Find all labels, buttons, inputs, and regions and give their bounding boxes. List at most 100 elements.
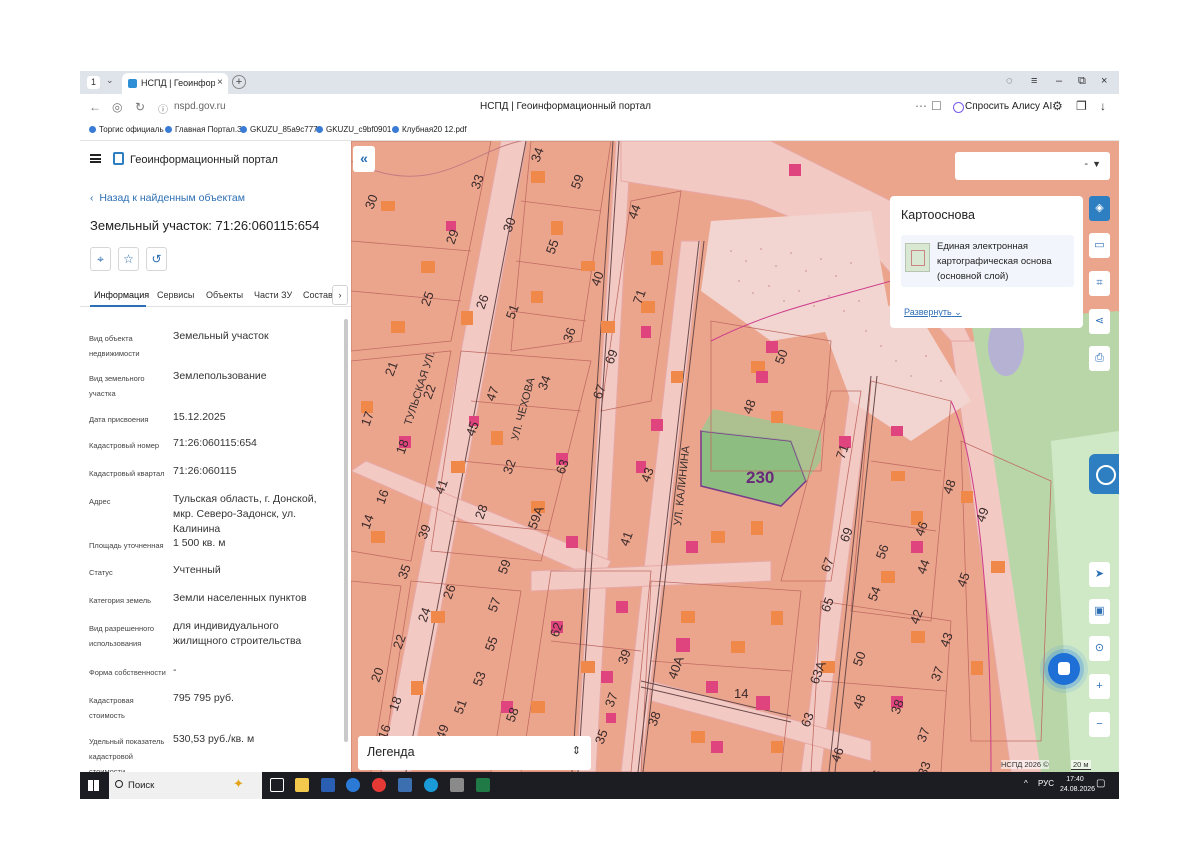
word-icon[interactable] xyxy=(321,778,335,792)
locate-object-icon: ⌖ xyxy=(97,252,104,266)
house-number-label: 14 xyxy=(358,512,377,531)
zoom-in-button[interactable]: + xyxy=(1089,674,1110,699)
restore-icon[interactable]: ⧉ xyxy=(1078,75,1086,88)
my-location-button[interactable]: ➤ xyxy=(1089,562,1110,587)
system-clock[interactable]: 17:40 24.08.2026 xyxy=(1060,775,1095,795)
map-layer-select[interactable]: - ▼ xyxy=(955,152,1110,180)
bookmark-item[interactable]: Главная Портал.З xyxy=(165,125,242,134)
back-to-results-link[interactable]: ‹ Назад к найденным объектам xyxy=(90,192,245,204)
chat-assistant-button[interactable] xyxy=(1048,653,1080,685)
house-number-label: 59 xyxy=(495,557,514,576)
tabs-dropdown-icon[interactable]: ⌄ xyxy=(106,75,114,86)
tab-objects[interactable]: Объекты xyxy=(206,290,243,300)
tabs-scroll-right-button[interactable]: › xyxy=(332,285,348,305)
minimap-button[interactable]: ▣ xyxy=(1089,599,1110,624)
house-number-label: 25 xyxy=(418,289,437,308)
profile-icon[interactable]: ◌ xyxy=(1006,75,1013,87)
zoom-to-object-button[interactable]: ⌖ xyxy=(90,247,111,271)
basemap-layer-name: Единая электронная картографическая осно… xyxy=(937,241,1052,282)
collections-icon[interactable]: ❐ xyxy=(1076,99,1087,113)
download-icon[interactable]: ↓ xyxy=(1100,99,1106,113)
yandex-icon[interactable]: ◎ xyxy=(112,100,122,114)
map-canvas[interactable]: 230 ТУЛЬСКАЯ УЛ. УЛ. ЧЕХОВА УЛ. КАЛИНИНА… xyxy=(351,141,1119,772)
minimize-icon[interactable]: – xyxy=(1056,75,1062,87)
assistant-tab[interactable] xyxy=(1089,454,1119,494)
property-key: Форма собственности xyxy=(89,668,166,677)
menu-icon[interactable]: ≡ xyxy=(1031,75,1037,87)
more-icon[interactable]: ⋯ xyxy=(915,99,927,113)
house-number-label: 47 xyxy=(483,384,502,403)
windows-start-icon[interactable] xyxy=(88,780,99,791)
property-key: Кадастровый квартал xyxy=(89,469,165,478)
property-key: Адрес xyxy=(89,497,111,506)
site-favicon-icon xyxy=(128,79,137,88)
favorite-button[interactable]: ☆ xyxy=(118,247,139,271)
property-value: 71:26:060115:654 xyxy=(173,437,257,449)
layers-tool-button[interactable]: ◈ xyxy=(1089,196,1110,221)
ask-alisa-button[interactable]: Спросить Алису AI xyxy=(950,98,1056,116)
input-language[interactable]: РУС xyxy=(1038,779,1054,788)
tray-chevron-icon[interactable]: ^ xyxy=(1024,779,1028,788)
share-tool-button[interactable]: ⋖ xyxy=(1089,309,1110,334)
bookmark-item[interactable]: GKUZU_c9bf0901 xyxy=(316,125,391,134)
site-info-icon[interactable]: ⓘ xyxy=(158,101,168,116)
tab-information[interactable]: Информация xyxy=(94,290,149,300)
property-value: Тульская область, г. Донской, мкр. Север… xyxy=(173,493,317,535)
close-window-icon[interactable]: × xyxy=(1101,75,1107,87)
panel-scrollbar[interactable] xyxy=(344,319,348,742)
basemap-thumbnail xyxy=(905,243,930,272)
tab-services[interactable]: Сервисы xyxy=(157,290,194,300)
yandex-browser-icon[interactable] xyxy=(372,778,386,792)
tab-counter[interactable]: 1 xyxy=(87,76,100,89)
url-field[interactable]: nspd.gov.ru xyxy=(174,101,226,112)
excel-icon[interactable] xyxy=(476,778,490,792)
property-key: Вид разрешенного использования xyxy=(89,624,155,648)
house-number-label: 59 xyxy=(568,172,587,191)
print-tool-button[interactable]: ⎙ xyxy=(1089,346,1110,371)
pin-icon: ⊙ xyxy=(1094,642,1105,654)
chevron-left-icon: ‹ xyxy=(90,192,100,204)
select-tool-button[interactable]: ⌗ xyxy=(1089,271,1110,296)
expand-basemaps-link[interactable]: Развернуть ⌄ xyxy=(904,307,962,318)
zoom-out-button[interactable]: − xyxy=(1089,712,1110,737)
tab-parts[interactable]: Части ЗУ xyxy=(254,290,292,300)
plus-icon: + xyxy=(1096,680,1103,692)
search-icon xyxy=(115,780,123,788)
hamburger-menu-icon[interactable] xyxy=(90,154,101,163)
house-number-label: 56 xyxy=(873,542,892,561)
edge-icon[interactable] xyxy=(424,778,438,792)
bookmark-icon[interactable]: ☐ xyxy=(931,99,942,113)
file-explorer-icon[interactable] xyxy=(295,778,309,792)
house-number-label: 42 xyxy=(907,607,926,626)
house-number-label: 40А xyxy=(665,654,687,681)
collapse-panel-button[interactable]: « xyxy=(353,146,375,172)
bookmark-item[interactable]: Торгис официаль xyxy=(89,125,164,134)
back-arrow-icon[interactable]: ← xyxy=(89,100,101,114)
history-button[interactable]: ↺ xyxy=(146,247,167,271)
calculator-icon[interactable] xyxy=(398,778,412,792)
house-number-label: 51 xyxy=(451,697,470,716)
basemap-option[interactable]: Единая электронная картографическая осно… xyxy=(901,235,1074,287)
edge-legacy-icon[interactable] xyxy=(346,778,360,792)
notifications-icon[interactable]: ▢ xyxy=(1096,778,1105,789)
task-view-icon[interactable] xyxy=(270,778,284,792)
geolocation-button[interactable]: ⊙ xyxy=(1089,636,1110,661)
bookmark-item[interactable]: Клубная20 12.pdf xyxy=(392,125,467,134)
bookmark-item[interactable]: GKUZU_85a9c777 xyxy=(240,125,318,134)
browser-tab[interactable]: НСПД | Геоинформацио × xyxy=(122,73,228,94)
property-key: Кадастровая стоимость xyxy=(89,696,134,720)
house-number-label: 21 xyxy=(382,359,401,378)
property-key: Вид земельного участка xyxy=(89,374,145,398)
close-tab-icon[interactable]: × xyxy=(217,77,223,88)
taskbar-search[interactable]: Поиск ✦ xyxy=(109,772,262,799)
house-number-label: 53 xyxy=(470,669,489,688)
measure-tool-button[interactable]: ▭ xyxy=(1089,233,1110,258)
expand-collapse-icon: ⇕ xyxy=(571,745,581,757)
house-number-label: 34 xyxy=(535,373,554,392)
app-icon[interactable] xyxy=(450,778,464,792)
new-tab-button[interactable]: + xyxy=(232,75,246,89)
legend-dropdown[interactable]: Легенда ⇕ xyxy=(358,736,591,770)
reload-icon[interactable]: ↻ xyxy=(135,100,145,114)
extensions-icon[interactable]: ⚙ xyxy=(1052,99,1063,113)
tab-composition[interactable]: Состав xyxy=(303,290,333,300)
